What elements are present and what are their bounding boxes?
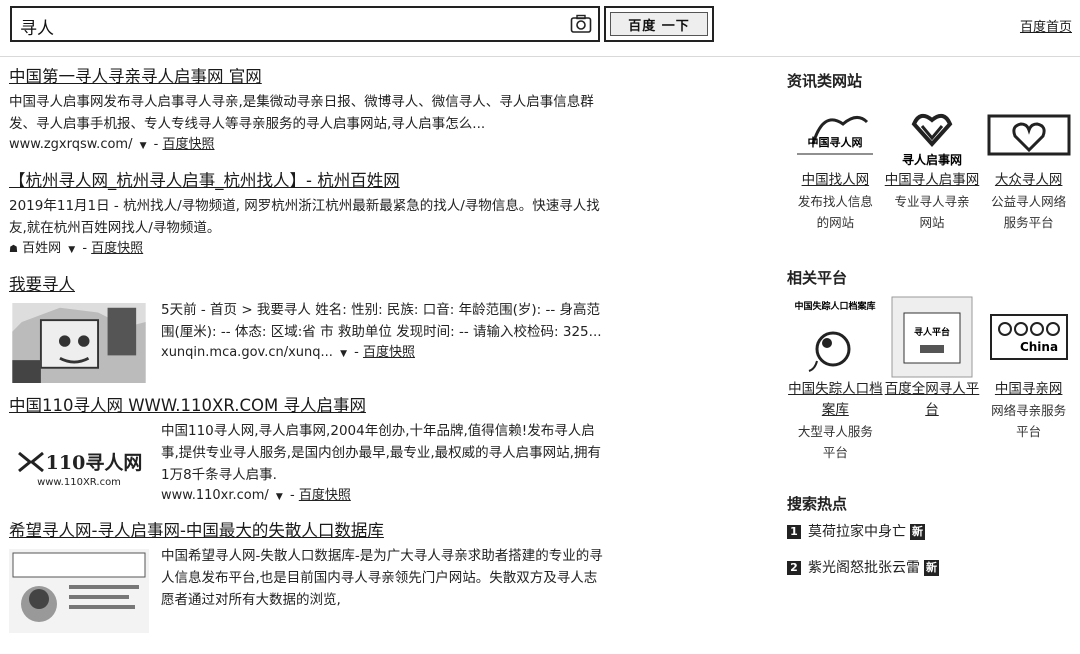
logo-text: China xyxy=(1020,340,1058,354)
camera-icon[interactable] xyxy=(570,14,592,34)
hot-text[interactable]: 紫光阁怒批张云雷 xyxy=(808,557,920,579)
news-sites-heading: 资讯类网站 xyxy=(787,72,863,90)
new-badge: 新 xyxy=(924,560,939,576)
site-icon: ☗ xyxy=(9,244,18,255)
result-meta: www.zgxrqsw.com/ ▼ - 百度快照 xyxy=(9,137,215,152)
platform-desc: 网络寻亲服务平台 xyxy=(991,403,1067,439)
search-header: 百度 一下 百度首页 xyxy=(0,0,1080,57)
result-title-link[interactable]: 【杭州寻人网_杭州寻人启事_杭州找人】- 杭州百姓网 xyxy=(9,170,609,192)
result-item: 中国110寻人网 WWW.110XR.COM 寻人启事网 110寻人网 www.… xyxy=(9,395,609,508)
result-item: 希望寻人网-寻人启事网-中国最大的失散人口数据库 中国希望寻人网-失散人口数据库… xyxy=(9,520,609,633)
platform-name-link[interactable]: 中国寻亲网 xyxy=(980,379,1077,400)
result-item: 【杭州寻人网_杭州寻人启事_杭州找人】- 杭州百姓网 2019年11月1日 - … xyxy=(9,170,609,260)
site-logo xyxy=(987,114,1071,156)
snapshot-link[interactable]: 百度快照 xyxy=(91,241,143,256)
result-abstract: 中国希望寻人网-失散人口数据库-是为广大寻人寻亲求助者搭建的专业的寻人信息发布平… xyxy=(161,548,603,608)
hot-search-item[interactable]: 1 莫荷拉家中身亡 新 xyxy=(787,521,1077,543)
snapshot-link[interactable]: 百度快照 xyxy=(163,137,215,152)
result-thumbnail[interactable] xyxy=(9,549,149,633)
platform-logo: 寻人平台 xyxy=(891,296,973,378)
baidu-home-link[interactable]: 百度首页 xyxy=(1020,16,1072,35)
result-item: 我要寻人 5天前 - 首页 > 我要寻人 姓名: 性别: 民族: 口音: 年龄范… xyxy=(9,274,609,383)
hot-rank: 1 xyxy=(787,525,801,539)
dropdown-arrow-icon[interactable]: ▼ xyxy=(140,141,147,151)
search-button-label: 百度 一下 xyxy=(610,12,708,36)
platform-desc: 大型寻人服务平台 xyxy=(797,424,873,460)
platform-logo: 中国失踪人口档案库 xyxy=(795,300,876,372)
platform-card[interactable]: 寻人平台 百度全网寻人平台 xyxy=(884,295,981,463)
logo-text: 寻人平台 xyxy=(914,326,950,338)
site-name-link[interactable]: 大众寻人网 xyxy=(980,170,1077,191)
dropdown-arrow-icon[interactable]: ▼ xyxy=(340,349,347,359)
platforms-grid: 中国失踪人口档案库 中国失踪人口档案库 大型寻人服务平台 寻人平台 百度全网寻人… xyxy=(787,295,1077,463)
news-site-card[interactable]: 中国寻人网 中国找人网 发布找人信息的网站 xyxy=(787,104,884,233)
result-abstract: 中国寻人启事网发布寻人启事寻人寻亲,是集微动寻亲日报、微博寻人、微信寻人、寻人启… xyxy=(9,94,594,132)
logo-text: 中国失踪人口档案库 xyxy=(795,300,876,312)
result-item: 中国第一寻人寻亲寻人启事网 官网 中国寻人启事网发布寻人启事寻人寻亲,是集微动寻… xyxy=(9,66,609,156)
platform-card[interactable]: 中国失踪人口档案库 中国失踪人口档案库 大型寻人服务平台 xyxy=(787,295,884,463)
search-button[interactable]: 百度 一下 xyxy=(604,6,714,42)
new-badge: 新 xyxy=(910,524,925,540)
search-results: 中国第一寻人寻亲寻人启事网 官网 中国寻人启事网发布寻人启事寻人寻亲,是集微动寻… xyxy=(9,66,609,633)
logo-text: 中国寻人网 xyxy=(808,135,863,149)
result-title-link[interactable]: 中国第一寻人寻亲寻人启事网 官网 xyxy=(9,66,609,88)
result-url[interactable]: 百姓网 xyxy=(22,241,61,256)
110-logo-icon xyxy=(17,451,44,472)
news-sites-grid: 中国寻人网 中国找人网 发布找人信息的网站 寻人启事网 中国寻人启事网 专业寻人… xyxy=(787,104,1077,233)
result-meta: xunqin.mca.gov.cn/xunq... ▼ - 百度快照 xyxy=(161,345,415,360)
platform-name-link[interactable]: 中国失踪人口档案库 xyxy=(787,379,884,421)
result-title-link[interactable]: 中国110寻人网 WWW.110XR.COM 寻人启事网 xyxy=(9,395,609,417)
site-desc: 公益寻人网络服务平台 xyxy=(991,194,1067,230)
hot-search-item[interactable]: 2 紫光阁怒批张云雷 新 xyxy=(787,557,1077,579)
snapshot-link[interactable]: 百度快照 xyxy=(363,345,415,360)
result-logo[interactable]: 110寻人网 www.110XR.com xyxy=(9,424,149,508)
platforms-heading: 相关平台 xyxy=(787,269,848,287)
result-url[interactable]: www.zgxrqsw.com/ xyxy=(9,137,132,152)
result-title-link[interactable]: 我要寻人 xyxy=(9,274,609,296)
result-url[interactable]: www.110xr.com/ xyxy=(161,488,269,503)
search-input[interactable] xyxy=(18,12,562,40)
snapshot-link[interactable]: 百度快照 xyxy=(299,488,351,503)
logo-text: 寻人启事网 xyxy=(902,152,962,167)
site-name-link[interactable]: 中国找人网 xyxy=(787,170,884,191)
result-url[interactable]: xunqin.mca.gov.cn/xunq... xyxy=(161,345,333,360)
news-site-card[interactable]: 大众寻人网 公益寻人网络服务平台 xyxy=(980,104,1077,233)
right-sidebar: 资讯类网站 中国寻人网 中国找人网 发布找人信息的网站 寻人启事网 中国寻人启事… xyxy=(787,70,1077,593)
hot-text[interactable]: 莫荷拉家中身亡 xyxy=(808,521,906,543)
result-title-link[interactable]: 希望寻人网-寻人启事网-中国最大的失散人口数据库 xyxy=(9,520,609,542)
result-thumbnail[interactable] xyxy=(9,303,149,383)
site-name-link[interactable]: 中国寻人启事网 xyxy=(884,170,981,191)
search-box[interactable] xyxy=(10,6,600,42)
dropdown-arrow-icon[interactable]: ▼ xyxy=(276,492,283,502)
platform-logo: China xyxy=(989,314,1068,360)
site-desc: 发布找人信息的网站 xyxy=(797,194,873,230)
news-site-card[interactable]: 寻人启事网 中国寻人启事网 专业寻人寻亲网站 xyxy=(884,104,981,233)
hot-rank: 2 xyxy=(787,561,801,575)
logo-subtext: www.110XR.com xyxy=(37,476,121,488)
site-logo: 中国寻人网 xyxy=(797,116,874,155)
dropdown-arrow-icon[interactable]: ▼ xyxy=(68,245,75,255)
platform-card[interactable]: China 中国寻亲网 网络寻亲服务平台 xyxy=(980,295,1077,463)
platform-name-link[interactable]: 百度全网寻人平台 xyxy=(884,379,981,421)
site-desc: 专业寻人寻亲网站 xyxy=(894,194,970,230)
logo-text: 110寻人网 xyxy=(45,452,143,474)
result-abstract: 5天前 - 首页 > 我要寻人 姓名: 性别: 民族: 口音: 年龄范围(岁):… xyxy=(161,302,602,340)
result-meta: ☗ 百姓网 ▼ - 百度快照 xyxy=(9,241,144,256)
hot-search-heading: 搜索热点 xyxy=(787,495,848,513)
result-abstract: 2019年11月1日 - 杭州找人/寻物频道, 网罗杭州浙江杭州最新最紧急的找人… xyxy=(9,198,600,236)
site-logo: 寻人启事网 xyxy=(902,113,962,167)
result-meta: www.110xr.com/ ▼ - 百度快照 xyxy=(161,488,351,503)
result-abstract: 中国110寻人网,寻人启事网,2004年创办,十年品牌,值得信赖!发布寻人启事,… xyxy=(161,423,601,483)
